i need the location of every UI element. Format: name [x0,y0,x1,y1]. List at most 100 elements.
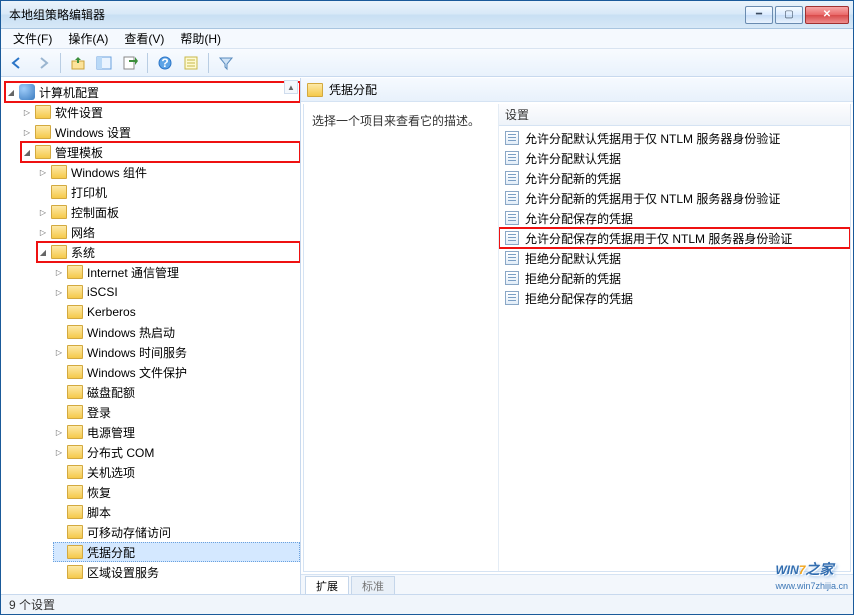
properties-button[interactable] [179,52,203,74]
tree-pane[interactable]: ▲ ◢ 计算机配置 ▷软件设置 ▷Windows 设置 ◢ 管理模板 [1,78,301,594]
menu-action[interactable]: 操作(A) [60,28,116,49]
minimize-button[interactable]: ━ [745,6,773,24]
caret-right-icon[interactable]: ▷ [53,346,65,358]
tree-network[interactable]: ▷ 网络 [37,222,300,242]
folder-icon [51,225,67,239]
tree-disk-quota[interactable]: ▷磁盘配额 [53,382,300,402]
caret-right-icon[interactable]: ▷ [37,226,49,238]
policy-editor-window: 本地组策略编辑器 ━ ▢ ✕ 文件(F) 操作(A) 查看(V) 帮助(H) ?… [0,0,854,615]
tree-windows-settings[interactable]: ▷Windows 设置 [21,122,300,142]
setting-item[interactable]: 拒绝分配默认凭据 [499,248,850,268]
setting-item[interactable]: 允许分配新的凭据用于仅 NTLM 服务器身份验证 [499,188,850,208]
tree-recovery[interactable]: ▷恢复 [53,482,300,502]
scroll-up-icon[interactable]: ▲ [284,80,298,94]
forward-button[interactable] [31,52,55,74]
folder-icon [67,545,83,559]
tree-label: 凭据分配 [87,544,135,561]
tree-credential-delegation[interactable]: ▷凭据分配 [53,542,300,562]
folder-icon [67,385,83,399]
caret-right-icon[interactable]: ▷ [53,266,65,278]
tree-windows-time[interactable]: ▷ Windows 时间服务 [53,342,300,362]
toolbar: ? [1,49,853,77]
column-header-setting[interactable]: 设置 [499,104,850,126]
tree-system[interactable]: ◢ 系统 [37,242,300,262]
caret-right-icon[interactable]: ▷ [37,206,49,218]
menu-file[interactable]: 文件(F) [5,28,60,49]
tree-label: 网络 [71,224,95,241]
setting-label: 允许分配默认凭据用于仅 NTLM 服务器身份验证 [525,130,780,147]
caret-right-icon[interactable]: ▷ [21,126,33,138]
tree-label: Kerberos [87,305,136,319]
export-list-button[interactable] [118,52,142,74]
policy-setting-icon [505,171,519,185]
tree-windows-components[interactable]: ▷Windows 组件 [37,162,300,182]
folder-icon [51,245,67,259]
details-pane: 凭据分配 选择一个项目来查看它的描述。 设置 允许分配默认凭据用于仅 NTLM … [301,78,853,594]
tree-locale-services[interactable]: ▷区域设置服务 [53,562,300,582]
tree-scripts[interactable]: ▷脚本 [53,502,300,522]
tree-control-panel[interactable]: ▷ 控制面板 [37,202,300,222]
tree-label: 恢复 [87,484,111,501]
tree-label: 控制面板 [71,204,119,221]
setting-label: 允许分配保存的凭据用于仅 NTLM 服务器身份验证 [525,230,792,247]
toolbar-separator [147,53,148,73]
caret-right-icon[interactable]: ▷ [53,446,65,458]
caret-right-icon[interactable]: ▷ [37,166,49,178]
window-title: 本地组策略编辑器 [9,6,743,23]
menu-view[interactable]: 查看(V) [116,28,172,49]
caret-down-icon[interactable]: ◢ [37,246,49,258]
tree-dcom[interactable]: ▷分布式 COM [53,442,300,462]
tree-printers[interactable]: ▷打印机 [37,182,300,202]
tree-removable-storage[interactable]: ▷可移动存储访问 [53,522,300,542]
setting-item[interactable]: 允许分配新的凭据 [499,168,850,188]
tree-label: 管理模板 [55,144,103,161]
description-text: 选择一个项目来查看它的描述。 [312,112,490,129]
folder-icon [51,205,67,219]
setting-item[interactable]: 允许分配保存的凭据 [499,208,850,228]
filter-button[interactable] [214,52,238,74]
tree-windows-hotstart[interactable]: ▷Windows 热启动 [53,322,300,342]
caret-right-icon[interactable]: ▷ [53,426,65,438]
policy-setting-icon [505,251,519,265]
folder-icon [67,425,83,439]
caret-right-icon[interactable]: ▷ [53,286,65,298]
tree-shutdown-options[interactable]: ▷关机选项 [53,462,300,482]
folder-icon [67,365,83,379]
titlebar[interactable]: 本地组策略编辑器 ━ ▢ ✕ [1,1,853,29]
tree-software-settings[interactable]: ▷软件设置 [21,102,300,122]
folder-icon [67,345,83,359]
policy-setting-icon [505,191,519,205]
status-bar: 9 个设置 [1,594,853,614]
tree-root-computer-config[interactable]: ◢ 计算机配置 [5,82,300,102]
setting-item[interactable]: 允许分配默认凭据用于仅 NTLM 服务器身份验证 [499,128,850,148]
setting-item[interactable]: 拒绝分配保存的凭据 [499,288,850,308]
close-button[interactable]: ✕ [805,6,849,24]
setting-item[interactable]: 允许分配保存的凭据用于仅 NTLM 服务器身份验证 [499,228,850,248]
tree-logon[interactable]: ▷登录 [53,402,300,422]
tree-label: 系统 [71,244,95,261]
tree-label: Windows 时间服务 [87,344,187,361]
setting-label: 拒绝分配默认凭据 [525,250,621,267]
caret-right-icon[interactable]: ▷ [21,106,33,118]
details-tabs: 扩展 标准 [301,574,853,594]
maximize-button[interactable]: ▢ [775,6,803,24]
setting-item[interactable]: 允许分配默认凭据 [499,148,850,168]
setting-item[interactable]: 拒绝分配新的凭据 [499,268,850,288]
caret-down-icon[interactable]: ◢ [21,146,33,158]
tree-admin-templates[interactable]: ◢ 管理模板 [21,142,300,162]
tree-windows-fileprotect[interactable]: ▷Windows 文件保护 [53,362,300,382]
tab-standard[interactable]: 标准 [351,576,395,594]
showhide-tree-button[interactable] [92,52,116,74]
tree-power[interactable]: ▷电源管理 [53,422,300,442]
tab-extended[interactable]: 扩展 [305,576,349,594]
tree-iscsi[interactable]: ▷iSCSI [53,282,300,302]
folder-icon [67,265,83,279]
setting-label: 允许分配保存的凭据 [525,210,633,227]
help-button[interactable]: ? [153,52,177,74]
tree-kerberos[interactable]: ▷Kerberos [53,302,300,322]
back-button[interactable] [5,52,29,74]
menu-help[interactable]: 帮助(H) [172,28,229,49]
caret-down-icon[interactable]: ◢ [5,86,17,98]
tree-internet-comm[interactable]: ▷Internet 通信管理 [53,262,300,282]
up-level-button[interactable] [66,52,90,74]
